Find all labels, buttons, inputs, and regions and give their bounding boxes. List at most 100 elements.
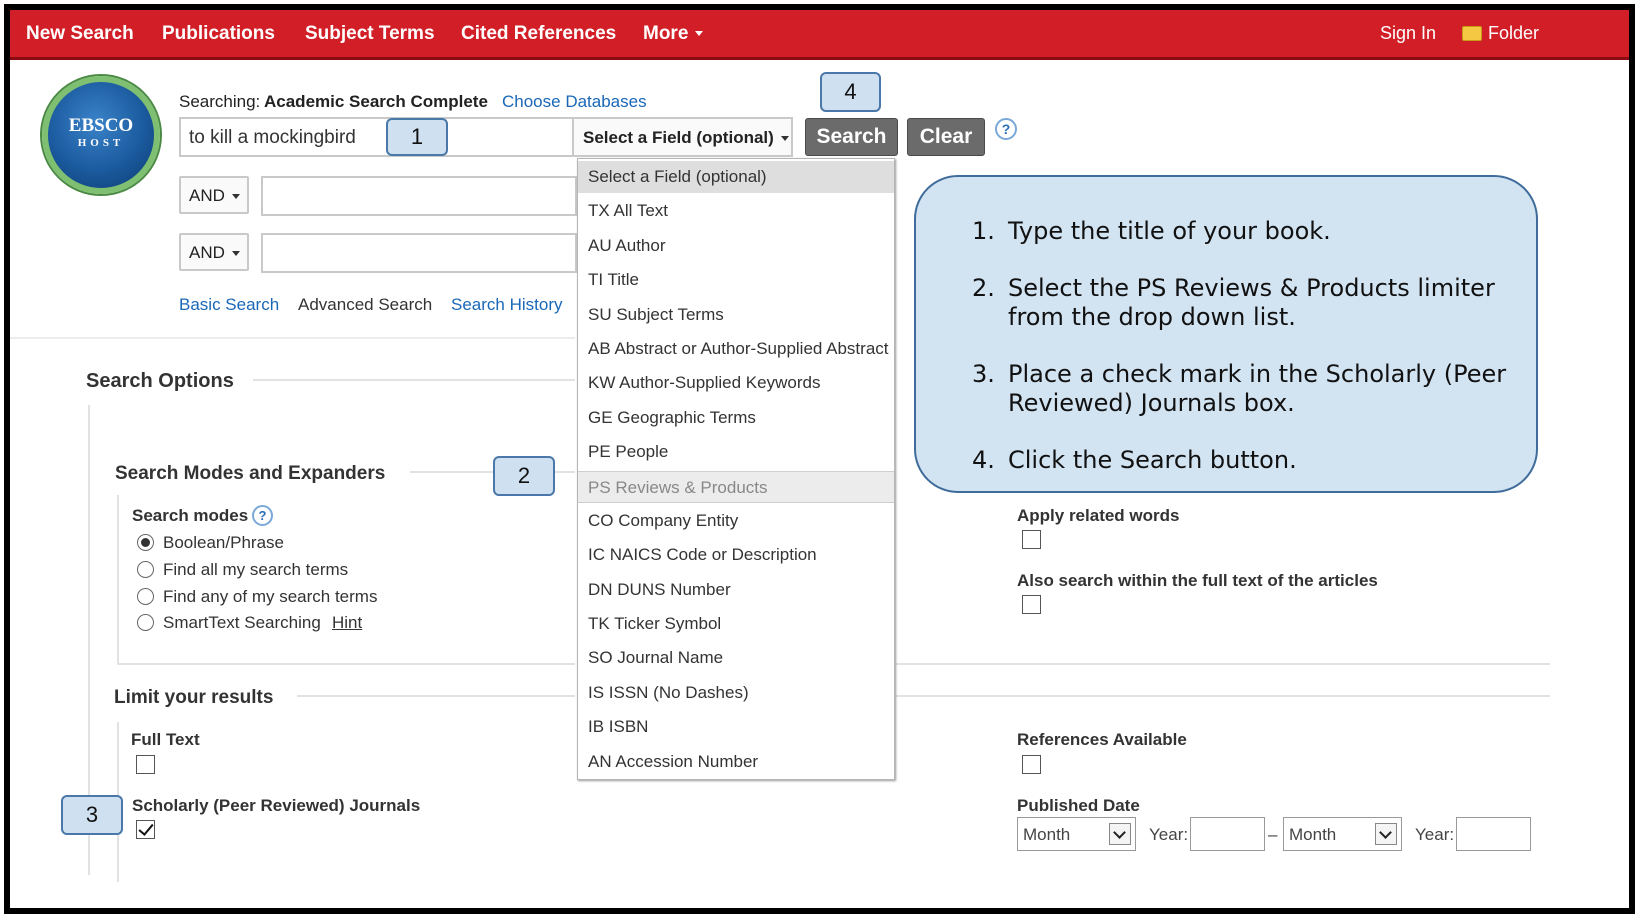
divider — [117, 495, 119, 665]
nav-more-label: More — [643, 23, 689, 44]
field-dropdown-list: Select a Field (optional) TX All Text AU… — [577, 158, 895, 780]
instruction-text: Select the PS Reviews & Products limiter… — [1008, 274, 1495, 331]
hint-link[interactable]: Hint — [332, 613, 362, 633]
instruction-number: 1. — [972, 217, 995, 245]
references-available-checkbox[interactable] — [1022, 755, 1041, 774]
divider — [117, 663, 575, 665]
year-to-input[interactable] — [1456, 817, 1531, 851]
field-select-value: Select a Field (optional) — [583, 128, 774, 147]
instructions-panel: 1. Type the title of your book. 2. Selec… — [914, 175, 1538, 493]
boolean-operator-2[interactable]: AND — [179, 233, 249, 271]
apply-related-words-checkbox[interactable] — [1022, 530, 1041, 549]
divider — [10, 337, 575, 339]
nav-subject-terms[interactable]: Subject Terms — [305, 23, 435, 45]
divider — [895, 695, 1550, 697]
dropdown-option[interactable]: AB Abstract or Author-Supplied Abstract — [578, 333, 894, 365]
callout-step-3: 3 — [61, 795, 123, 835]
nav-cited-references[interactable]: Cited References — [461, 23, 616, 45]
scholarly-journals-label: Scholarly (Peer Reviewed) Journals — [132, 796, 421, 815]
folder-label: Folder — [1488, 23, 1540, 43]
instruction-number: 2. — [972, 274, 995, 302]
also-search-fulltext-checkbox[interactable] — [1022, 595, 1041, 614]
nav-more[interactable]: More — [643, 23, 704, 45]
radio-boolean-phrase[interactable] — [137, 534, 154, 551]
chevron-down-icon — [780, 136, 789, 142]
dropdown-option[interactable]: IB ISBN — [578, 711, 894, 743]
divider — [895, 663, 1550, 665]
logo-text-bottom: HOST — [77, 137, 125, 149]
month-to-value: Month — [1289, 825, 1337, 844]
dropdown-option[interactable]: SU Subject Terms — [578, 299, 894, 331]
dropdown-option[interactable]: IS ISSN (No Dashes) — [578, 677, 894, 709]
mode-boolean-phrase-label: Boolean/Phrase — [163, 533, 284, 552]
search-history-link[interactable]: Search History — [451, 295, 562, 315]
month-to-select[interactable]: Month — [1283, 817, 1402, 851]
screenshot-frame: New Search Publications Subject Terms Ci… — [4, 4, 1635, 914]
full-text-checkbox[interactable] — [136, 755, 155, 774]
boolean-operator-1-label: AND — [189, 186, 225, 205]
help-icon[interactable]: ? — [995, 118, 1017, 140]
searching-label: Searching: — [179, 92, 261, 111]
clear-button[interactable]: Clear — [907, 118, 985, 156]
sign-in-link[interactable]: Sign In — [1380, 23, 1436, 44]
logo-text-top: EBSCO — [68, 115, 134, 136]
nav-new-search[interactable]: New Search — [26, 23, 134, 45]
callout-step-4: 4 — [820, 72, 881, 112]
chevron-down-icon — [231, 194, 240, 200]
radio-find-all[interactable] — [137, 561, 154, 578]
instruction-text: Type the title of your book. — [1008, 217, 1331, 245]
dropdown-option-ps-reviews[interactable]: PS Reviews & Products — [578, 471, 894, 503]
mode-find-any-label: Find any of my search terms — [163, 587, 378, 606]
dropdown-option[interactable]: GE Geographic Terms — [578, 402, 894, 434]
search-input-3[interactable] — [261, 233, 577, 273]
limit-results-heading: Limit your results — [114, 687, 274, 708]
dropdown-option[interactable]: SO Journal Name — [578, 642, 894, 674]
dropdown-option[interactable]: TK Ticker Symbol — [578, 608, 894, 640]
month-from-select[interactable]: Month — [1017, 817, 1136, 851]
basic-search-link[interactable]: Basic Search — [179, 295, 279, 315]
scholarly-journals-checkbox[interactable] — [136, 820, 155, 839]
search-input[interactable]: to kill a mockingbird — [179, 117, 574, 157]
dropdown-option[interactable]: Select a Field (optional) — [578, 161, 894, 193]
boolean-operator-2-label: AND — [189, 243, 225, 262]
help-icon[interactable]: ? — [252, 505, 273, 526]
year-from-input[interactable] — [1190, 817, 1265, 851]
radio-find-any[interactable] — [137, 588, 154, 605]
dropdown-option[interactable]: KW Author-Supplied Keywords — [578, 367, 894, 399]
field-select[interactable]: Select a Field (optional) — [572, 117, 793, 157]
instruction-number: 3. — [972, 360, 995, 388]
advanced-search-link[interactable]: Advanced Search — [298, 295, 432, 315]
dropdown-option[interactable]: IC NAICS Code or Description — [578, 539, 894, 571]
radio-smarttext[interactable] — [137, 614, 154, 631]
dropdown-option[interactable]: TI Title — [578, 264, 894, 296]
search-options-heading: Search Options — [86, 370, 234, 392]
top-nav: New Search Publications Subject Terms Ci… — [10, 10, 1629, 60]
mode-smarttext-label: SmartText Searching — [163, 613, 321, 632]
apply-related-words-label: Apply related words — [1017, 506, 1180, 525]
folder-link[interactable]: Folder — [1462, 23, 1539, 44]
search-modes-label: Search modes — [132, 506, 249, 525]
dropdown-option[interactable]: AN Accession Number — [578, 746, 894, 778]
dropdown-option[interactable]: DN DUNS Number — [578, 574, 894, 606]
search-modes-heading: Search Modes and Expanders — [115, 463, 386, 484]
search-input-2[interactable] — [261, 176, 577, 216]
chevron-down-icon — [231, 251, 240, 257]
instruction-text: Place a check mark in the Scholarly (Pee… — [1008, 360, 1507, 417]
dropdown-option[interactable]: AU Author — [578, 230, 894, 262]
instruction-number: 4. — [972, 446, 995, 474]
dropdown-option[interactable]: TX All Text — [578, 195, 894, 227]
year-from-label: Year: — [1149, 825, 1189, 844]
mode-find-all-label: Find all my search terms — [163, 560, 349, 579]
nav-publications[interactable]: Publications — [162, 23, 275, 45]
dropdown-option[interactable]: PE People — [578, 436, 894, 468]
search-button[interactable]: Search — [805, 118, 898, 156]
also-search-fulltext-label: Also search within the full text of the … — [1017, 571, 1378, 590]
references-available-label: References Available — [1017, 730, 1187, 749]
chevron-down-icon — [1109, 823, 1131, 845]
ebsco-host-logo[interactable]: EBSCO HOST — [42, 76, 160, 194]
dropdown-option[interactable]: CO Company Entity — [578, 505, 894, 537]
choose-databases-link[interactable]: Choose Databases — [502, 92, 647, 112]
instruction-text: Click the Search button. — [1008, 446, 1297, 474]
boolean-operator-1[interactable]: AND — [179, 176, 249, 214]
callout-step-1: 1 — [386, 118, 448, 156]
